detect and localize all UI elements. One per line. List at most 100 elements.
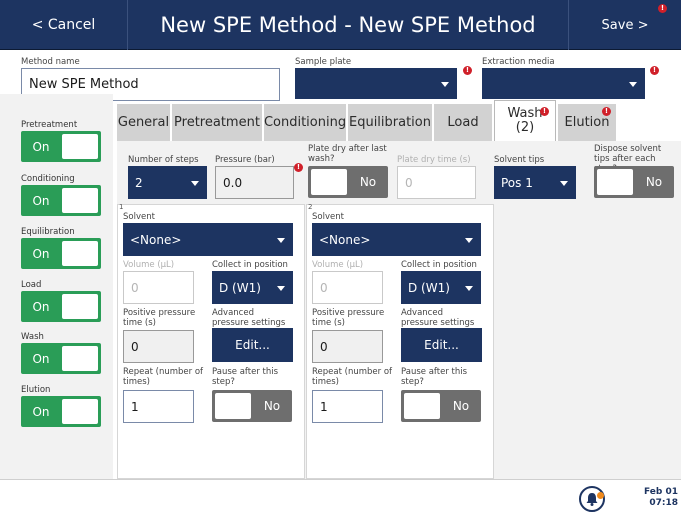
toggle-state: On [32, 351, 50, 366]
chevron-down-icon [191, 180, 199, 186]
sidebar-label-pretreatment: Pretreatment [21, 120, 78, 130]
toggle-knob [597, 169, 633, 195]
toggle-state: On [32, 246, 50, 261]
pos-pressure-label: Positive pressure time (s) [312, 308, 385, 328]
repeat-label: Repeat (number of times) [123, 367, 204, 387]
pos-pressure-input[interactable]: 0 [123, 330, 194, 363]
collect-position-dropdown[interactable]: D (W1) [401, 271, 481, 304]
sidebar-label-conditioning: Conditioning [21, 174, 75, 184]
pressure-input[interactable]: 0.0 [215, 166, 294, 199]
media-error-icon: ! [650, 66, 659, 75]
step-number: 1 [119, 203, 124, 211]
dispose-tips-toggle[interactable]: No [594, 166, 674, 198]
date-text: Feb 01 [644, 487, 678, 497]
toggle-knob [62, 399, 98, 424]
dry-time-input[interactable]: 0 [397, 166, 476, 199]
toggle-state: No [263, 399, 281, 413]
toggle-pretreatment[interactable]: On [21, 131, 101, 162]
plate-dry-label: Plate dry after last wash? [308, 144, 387, 164]
toggle-elution[interactable]: On [21, 396, 101, 427]
steps-label: Number of steps [128, 155, 199, 165]
chevron-down-icon [441, 81, 449, 87]
wash-error-icon: ! [540, 107, 549, 116]
plate-dry-toggle[interactable]: No [308, 166, 388, 198]
toggle-knob [62, 188, 98, 213]
collect-label: Collect in position [212, 260, 288, 270]
volume-input[interactable]: 0 [123, 271, 194, 304]
number-of-steps-dropdown[interactable]: 2 [128, 166, 207, 199]
repeat-input[interactable]: 1 [312, 390, 383, 423]
sidebar-label-elution: Elution [21, 385, 51, 395]
toggle-equilibration[interactable]: On [21, 238, 101, 269]
tab-equilibration[interactable]: Equilibration [348, 104, 432, 141]
pause-toggle[interactable]: No [401, 390, 481, 422]
pressure-error-icon: ! [294, 163, 303, 172]
toggle-knob [62, 346, 98, 371]
adv-pressure-label: Advanced pressure settings [212, 308, 286, 328]
collect-value: D (W1) [219, 280, 261, 295]
repeat-label: Repeat (number of times) [312, 367, 393, 387]
extraction-media-label: Extraction media [482, 57, 555, 67]
volume-input[interactable]: 0 [312, 271, 383, 304]
sidebar-label-load: Load [21, 280, 42, 290]
toggle-knob [404, 393, 440, 419]
toggle-load[interactable]: On [21, 291, 101, 322]
toggle-state: No [359, 175, 377, 189]
dry-time-label: Plate dry time (s) [397, 155, 471, 165]
sidebar-label-equilibration: Equilibration [21, 227, 75, 237]
edit-pressure-button[interactable]: Edit... [401, 328, 482, 362]
app-header: < Cancel New SPE Method - New SPE Method… [0, 0, 681, 50]
tab-general[interactable]: General [117, 104, 170, 141]
chevron-down-icon [629, 81, 637, 87]
sample-plate-dropdown[interactable] [295, 68, 457, 99]
sidebar-label-wash: Wash [21, 332, 44, 342]
tab-wash[interactable]: Wash (2) [494, 100, 556, 141]
chevron-down-icon [560, 180, 568, 186]
plate-error-icon: ! [463, 66, 472, 75]
method-name-label: Method name [21, 57, 80, 67]
solvent-tips-dropdown[interactable]: Pos 1 [494, 166, 576, 199]
pressure-label: Pressure (bar) [215, 155, 275, 165]
toggle-state: No [645, 175, 663, 189]
collect-value: D (W1) [408, 280, 450, 295]
elution-error-icon: ! [602, 107, 611, 116]
solvent-value: <None> [130, 232, 182, 247]
toggle-wash[interactable]: On [21, 343, 101, 374]
solvent-dropdown[interactable]: <None> [312, 223, 481, 256]
chevron-down-icon [277, 285, 285, 291]
step-number: 2 [308, 203, 313, 211]
toggle-knob [62, 134, 98, 159]
tab-pretreatment[interactable]: Pretreatment [172, 104, 262, 141]
cancel-button[interactable]: < Cancel [0, 0, 128, 50]
chevron-down-icon [465, 285, 473, 291]
solvent-tips-value: Pos 1 [501, 175, 533, 190]
solvent-label: Solvent [312, 212, 344, 222]
solvent-dropdown[interactable]: <None> [123, 223, 293, 256]
notification-bell-icon[interactable] [579, 486, 605, 512]
tab-load[interactable]: Load [434, 104, 492, 141]
pos-pressure-input[interactable]: 0 [312, 330, 383, 363]
time-text: 07:18 [649, 498, 678, 508]
collect-position-dropdown[interactable]: D (W1) [212, 271, 293, 304]
clock: Feb 01 07:18 [634, 487, 678, 509]
tab-wash-label: Wash [507, 106, 543, 121]
pos-pressure-label: Positive pressure time (s) [123, 308, 196, 328]
chevron-down-icon [465, 237, 473, 243]
tab-wash-count: (2) [515, 120, 535, 135]
pause-label: Pause after this step? [401, 367, 468, 387]
adv-pressure-label: Advanced pressure settings [401, 308, 475, 328]
repeat-input[interactable]: 1 [123, 390, 194, 423]
toggle-state: On [32, 299, 50, 314]
toggle-state: No [452, 399, 470, 413]
tab-conditioning[interactable]: Conditioning [264, 104, 346, 141]
toggle-conditioning[interactable]: On [21, 185, 101, 216]
solvent-tips-label: Solvent tips [494, 155, 545, 165]
volume-label: Volume (µL) [312, 260, 364, 270]
solvent-value: <None> [319, 232, 371, 247]
steps-value: 2 [135, 175, 143, 190]
extraction-media-dropdown[interactable] [482, 68, 645, 99]
pause-toggle[interactable]: No [212, 390, 292, 422]
volume-label: Volume (µL) [123, 260, 175, 270]
toggle-state: On [32, 404, 50, 419]
edit-pressure-button[interactable]: Edit... [212, 328, 293, 362]
